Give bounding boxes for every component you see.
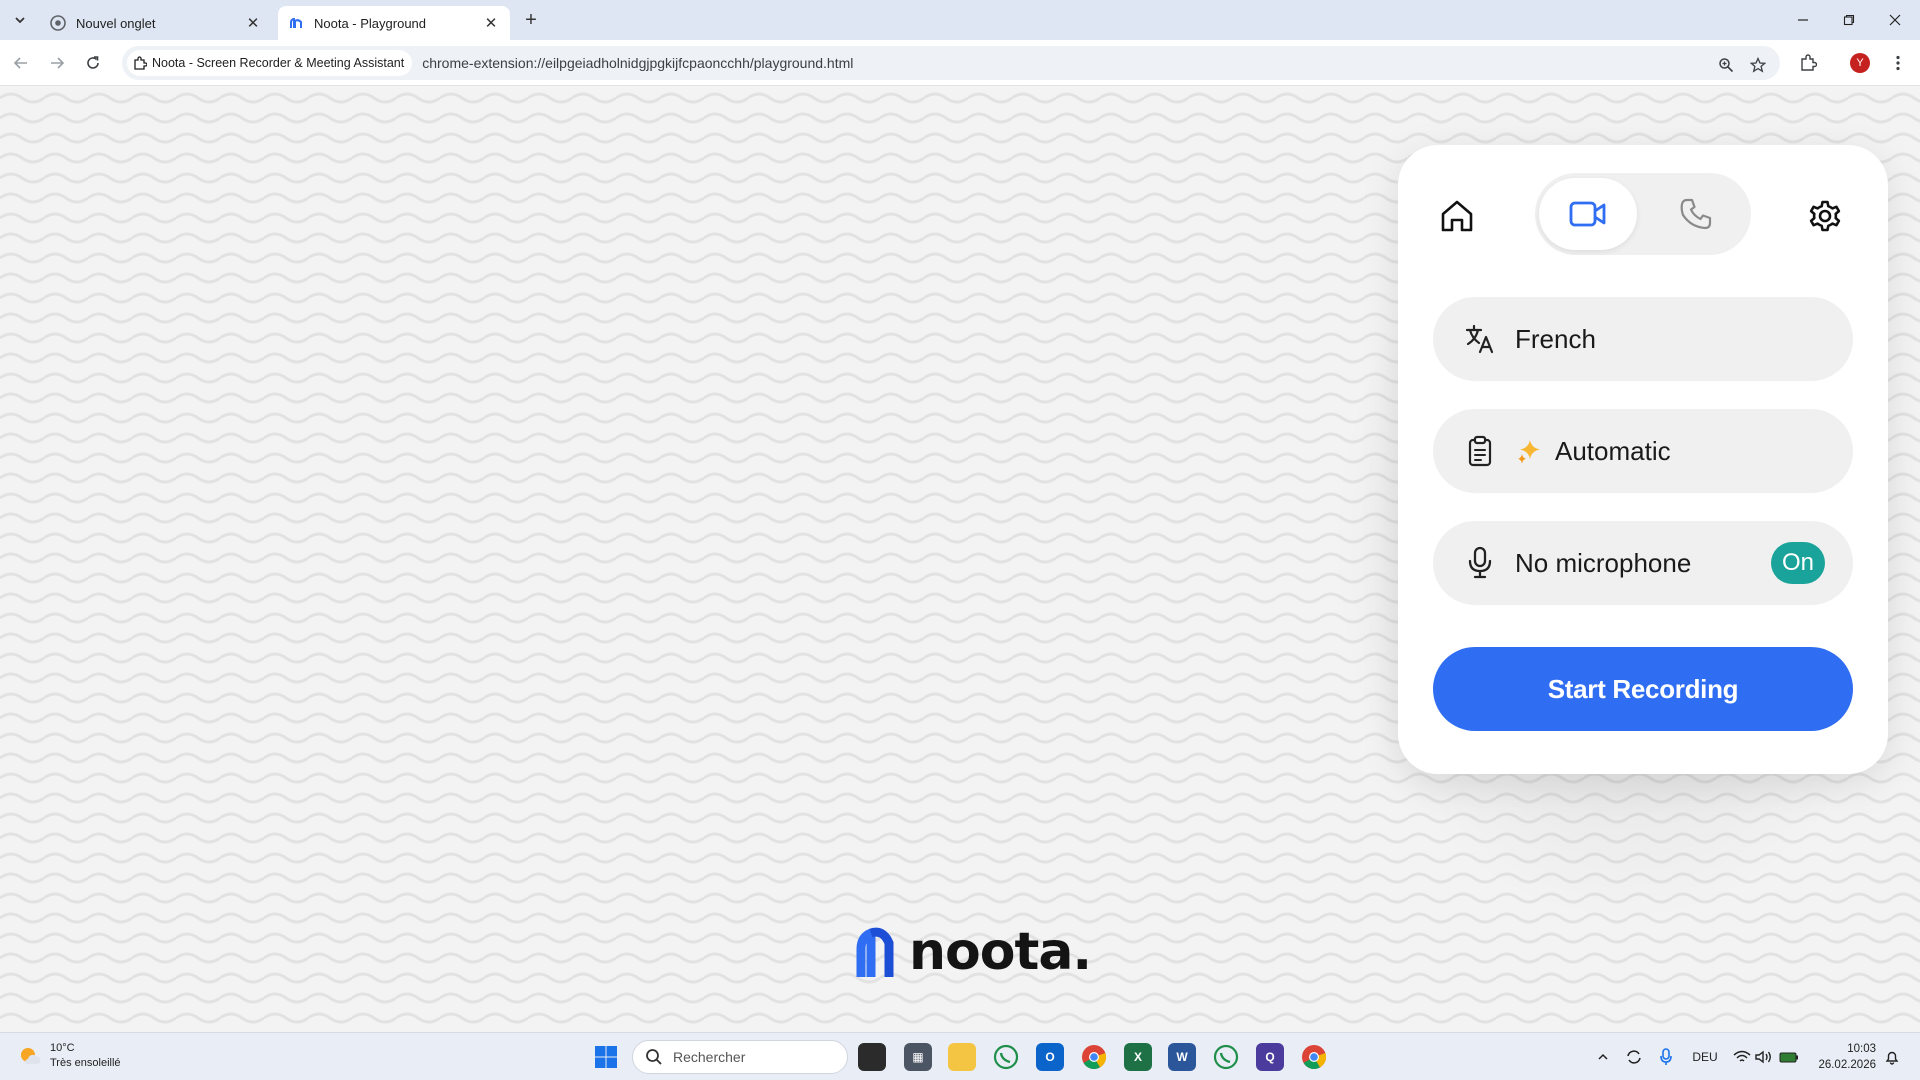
template-label: Automatic [1555, 435, 1671, 466]
tab-strip: Nouvel onglet ✕ Noota - Playground ✕ + [0, 0, 1920, 40]
tab-search-button[interactable] [8, 8, 32, 32]
search-placeholder: Rechercher [673, 1049, 746, 1065]
windows-logo-icon [595, 1046, 617, 1068]
notification-bell-icon[interactable] [1882, 1045, 1902, 1069]
chrome-icon[interactable] [1080, 1043, 1108, 1071]
minimize-icon [1798, 19, 1808, 21]
close-icon[interactable]: ✕ [244, 14, 262, 32]
site-info-chip[interactable]: Noota - Screen Recorder & Meeting Assist… [127, 50, 413, 76]
windows-taskbar: 10°C Très ensoleillé Rechercher ▦ O X W … [0, 1032, 1920, 1080]
browser-menu-button[interactable] [1886, 51, 1910, 75]
home-icon [1441, 200, 1473, 232]
mode-switch [1535, 173, 1751, 255]
new-tab-button[interactable]: + [520, 9, 542, 31]
tab-label: Noota - Playground [314, 15, 427, 31]
minimize-button[interactable] [1780, 0, 1826, 40]
close-window-button[interactable] [1872, 0, 1918, 40]
excel-icon[interactable]: X [1124, 1043, 1152, 1071]
calculator-icon[interactable]: ▦ [904, 1043, 932, 1071]
chrome-icon [50, 15, 66, 31]
logo-wordmark: noota. [909, 922, 1092, 982]
weather-desc: Très ensoleillé [50, 1057, 121, 1069]
start-recording-button[interactable]: Start Recording [1433, 647, 1853, 731]
profile-button[interactable]: Y [1848, 51, 1872, 75]
chevron-up-icon[interactable] [1594, 1045, 1612, 1069]
extensions-button[interactable] [1796, 51, 1820, 75]
template-selector[interactable]: Automatic [1433, 409, 1853, 493]
language-selector[interactable]: French [1433, 297, 1853, 381]
battery-icon[interactable] [1778, 1045, 1800, 1069]
forward-button[interactable] [44, 50, 70, 76]
chevron-down-icon [15, 17, 25, 24]
whatsapp-icon[interactable] [992, 1043, 1020, 1071]
outlook-icon[interactable]: O [1036, 1043, 1064, 1071]
arrow-right-icon [51, 57, 65, 69]
browser-toolbar: Noota - Screen Recorder & Meeting Assist… [0, 40, 1920, 86]
word-icon[interactable]: W [1168, 1043, 1196, 1071]
input-language[interactable]: DEU [1688, 1045, 1722, 1069]
clipboard-icon [1463, 434, 1497, 468]
microphone-toggle[interactable]: On [1771, 542, 1825, 584]
noota-favicon-icon [288, 15, 304, 31]
clock-date: 26.02.2026 [1818, 1059, 1876, 1071]
chrome-profile-icon[interactable] [1300, 1043, 1328, 1071]
back-button[interactable] [8, 50, 34, 76]
address-bar[interactable]: Noota - Screen Recorder & Meeting Assist… [122, 46, 1780, 80]
file-explorer-icon[interactable] [948, 1043, 976, 1071]
noota-logo-mark-icon [856, 927, 894, 977]
arrow-left-icon [13, 57, 27, 69]
microphone-selector[interactable]: No microphone On [1433, 521, 1853, 605]
tab-noota-playground[interactable]: Noota - Playground ✕ [278, 6, 510, 40]
extension-puzzle-icon [1801, 54, 1817, 71]
noota-logo: noota. [853, 920, 1092, 984]
clock-time: 10:03 [1847, 1043, 1876, 1055]
sparkle-icon [1515, 437, 1543, 465]
recorder-panel: French Automatic No microphone On Start … [1398, 145, 1888, 774]
home-button[interactable] [1432, 191, 1482, 241]
phone-mode-button[interactable] [1647, 178, 1745, 250]
language-label: French [1515, 323, 1596, 354]
start-button[interactable] [592, 1043, 620, 1071]
microphone-icon [1463, 546, 1497, 580]
reload-icon [87, 56, 99, 69]
sun-cloud-icon [21, 1048, 41, 1064]
more-vertical-icon [1896, 55, 1900, 71]
microphone-icon[interactable] [1656, 1045, 1676, 1069]
wifi-icon[interactable] [1732, 1045, 1752, 1069]
app-q-icon[interactable]: Q [1256, 1043, 1284, 1071]
task-view-icon[interactable] [858, 1043, 886, 1071]
tab-new-tab[interactable]: Nouvel onglet ✕ [40, 6, 272, 40]
extension-puzzle-icon [133, 56, 147, 70]
restore-icon [1843, 14, 1855, 26]
restore-button[interactable] [1826, 0, 1872, 40]
volume-icon[interactable] [1754, 1045, 1774, 1069]
weather-widget[interactable]: 10°C Très ensoleillé [18, 1041, 121, 1071]
video-mode-button[interactable] [1539, 178, 1637, 250]
translate-icon [1463, 322, 1497, 356]
tab-label: Nouvel onglet [76, 15, 156, 31]
playground-page: French Automatic No microphone On Start … [0, 86, 1920, 1032]
whatsapp-desktop-icon[interactable] [1212, 1043, 1240, 1071]
reload-button[interactable] [80, 50, 106, 76]
gear-icon [1809, 200, 1841, 232]
url-text[interactable]: chrome-extension://eilpgeiadholnidgjpgki… [422, 55, 853, 71]
sync-icon[interactable] [1624, 1045, 1644, 1069]
close-icon[interactable]: ✕ [482, 14, 500, 32]
weather-temp: 10°C [50, 1042, 75, 1054]
bookmark-star-icon[interactable] [1748, 55, 1768, 75]
settings-button[interactable] [1798, 189, 1852, 243]
video-camera-icon [1569, 201, 1606, 227]
close-icon [1889, 14, 1901, 26]
site-chip-label: Noota - Screen Recorder & Meeting Assist… [152, 56, 405, 70]
taskbar-search[interactable]: Rechercher [632, 1040, 848, 1074]
phone-icon [1680, 198, 1712, 230]
zoom-icon[interactable] [1716, 55, 1736, 75]
search-icon [645, 1048, 663, 1066]
clock[interactable]: 10:03 26.02.2026 [1812, 1041, 1876, 1073]
avatar: Y [1850, 53, 1870, 73]
microphone-label: No microphone [1515, 547, 1692, 578]
